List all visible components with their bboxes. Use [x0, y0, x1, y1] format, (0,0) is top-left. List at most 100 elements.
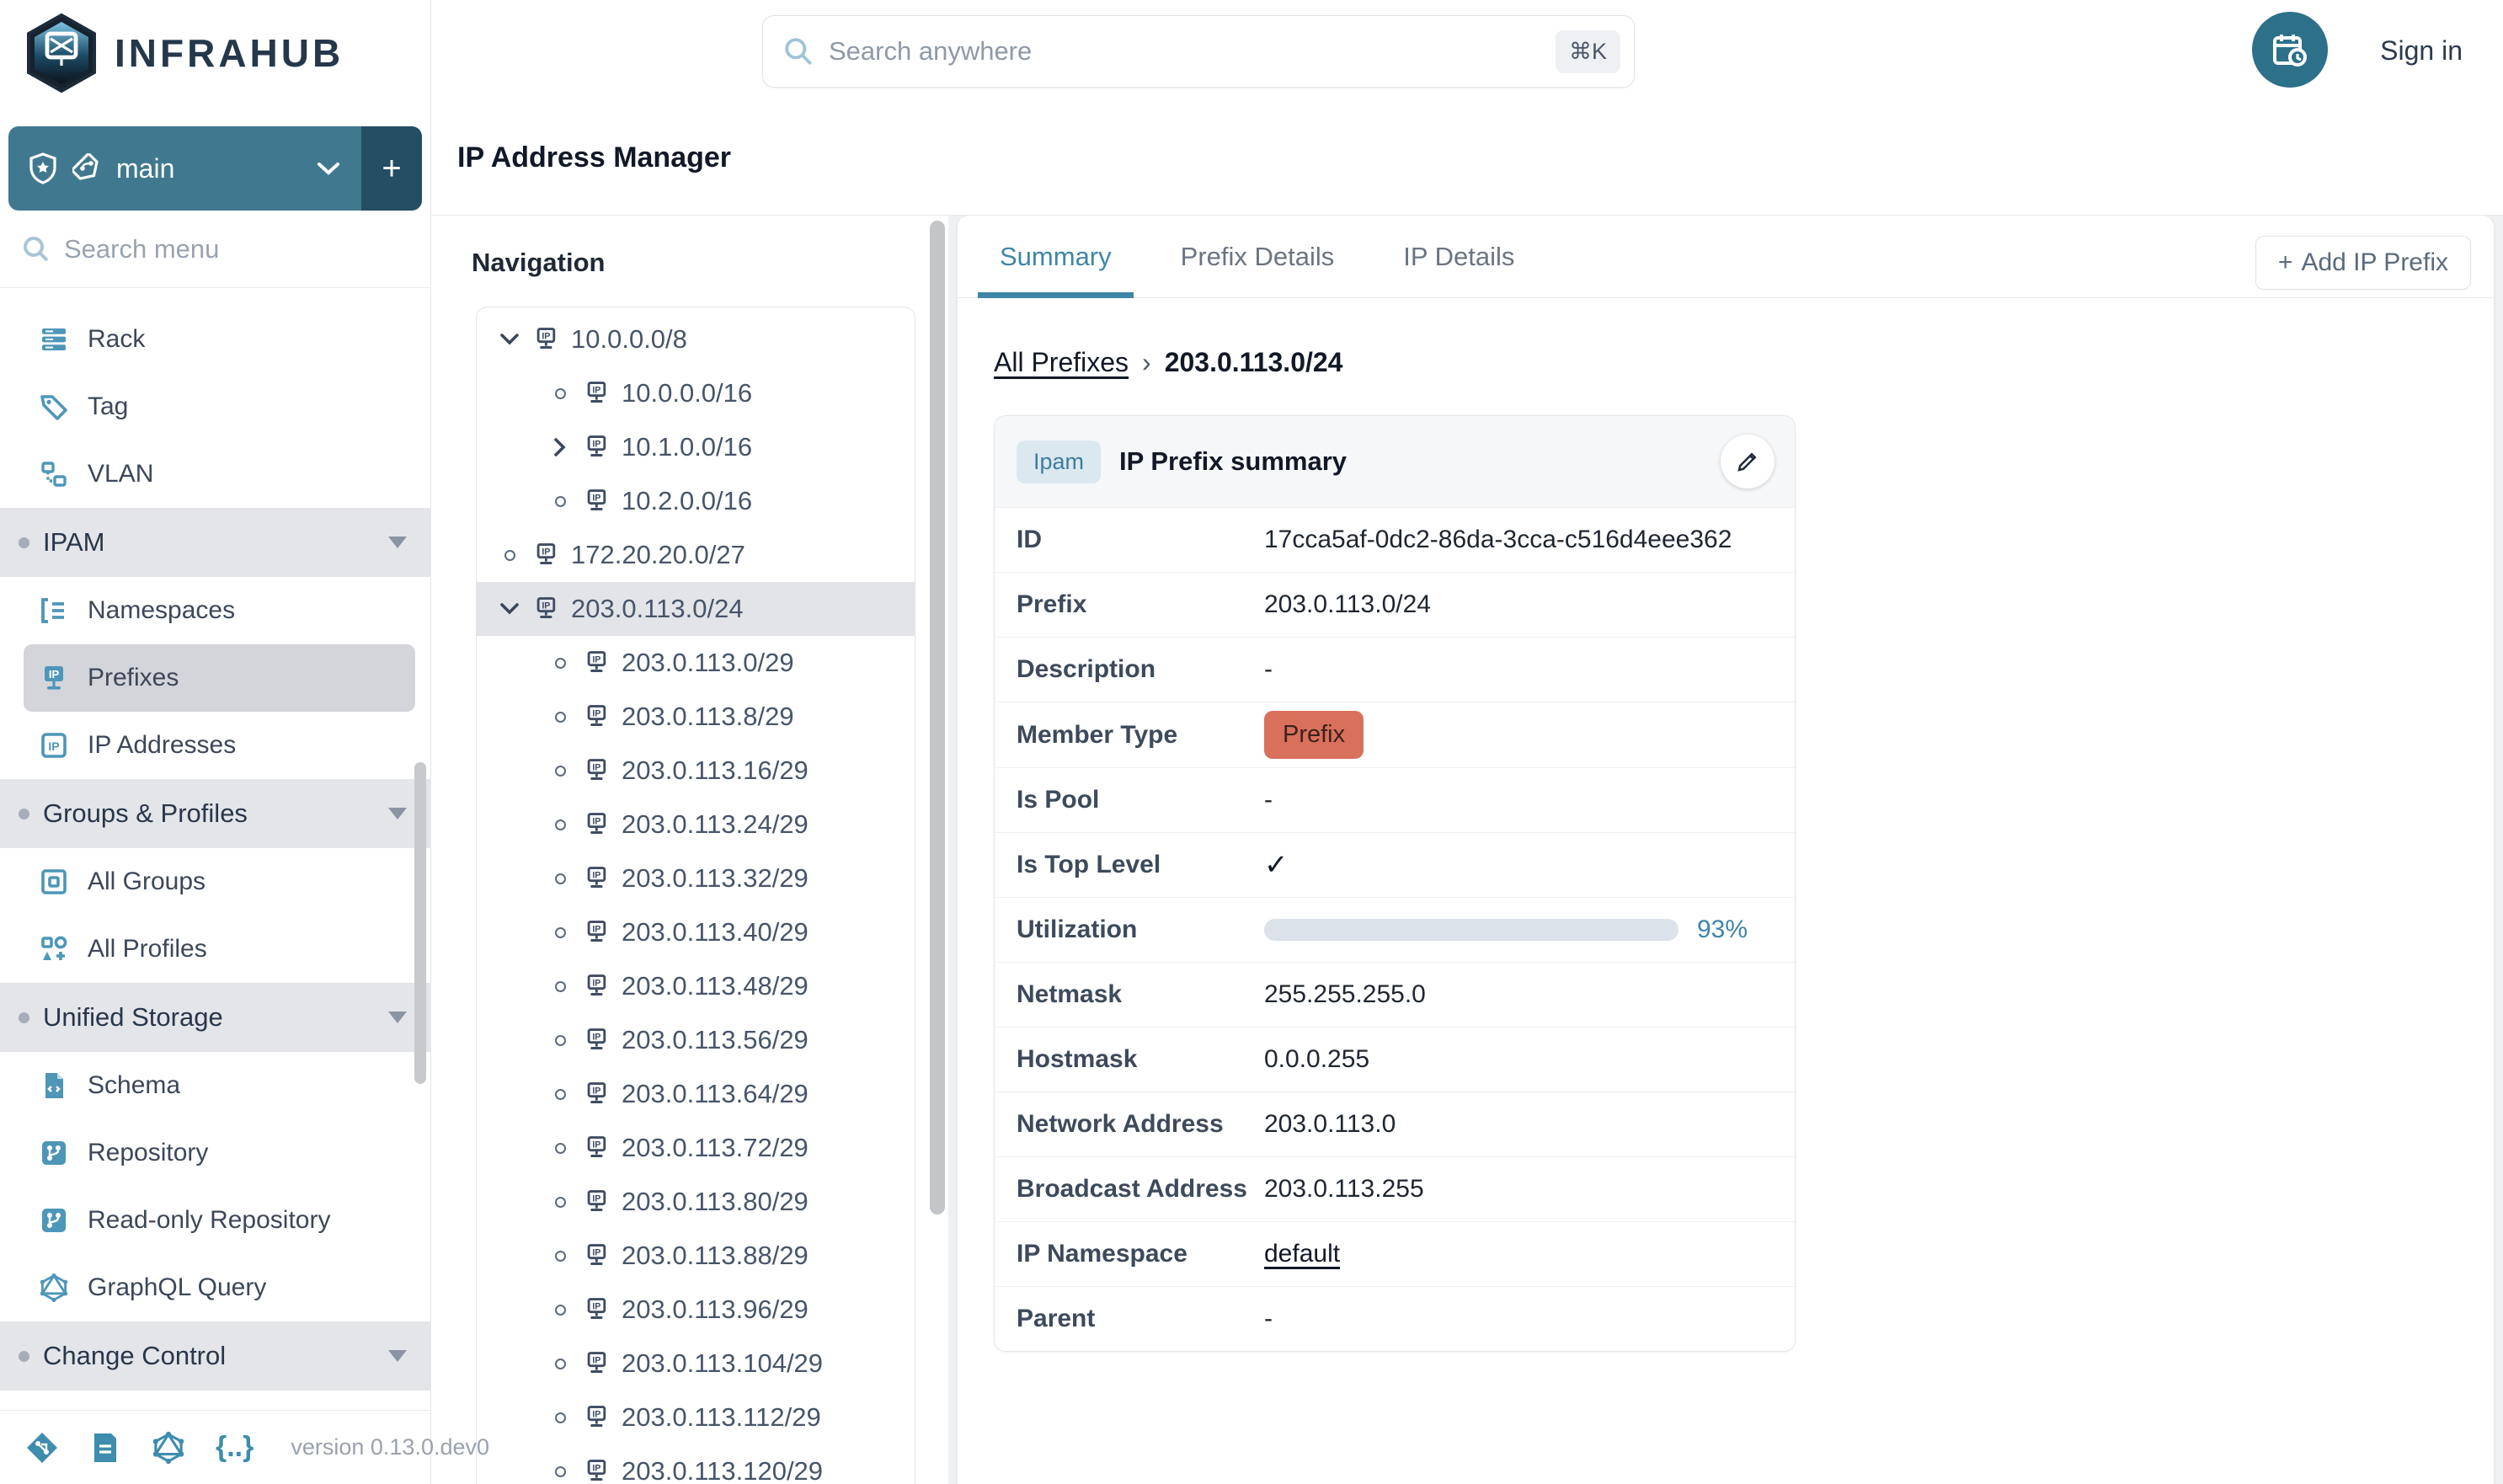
tree-item[interactable]: IP 203.0.113.72/29: [477, 1121, 915, 1175]
tree-item[interactable]: IP203.0.113.104/29: [477, 1337, 915, 1391]
tree-item[interactable]: IP203.0.113.24/29: [477, 798, 915, 851]
add-ip-prefix-button[interactable]: + Add IP Prefix: [2255, 236, 2471, 290]
sidebar-section-unified-storage[interactable]: Unified Storage: [0, 983, 430, 1052]
svg-text:IP: IP: [592, 924, 600, 934]
page-title: IP Address Manager: [457, 141, 731, 174]
breadcrumb-all-prefixes-link[interactable]: All Prefixes: [994, 347, 1129, 378]
tree-item[interactable]: IP 172.20.20.0/27: [477, 528, 915, 582]
tree-item[interactable]: IP203.0.113.40/29: [477, 905, 915, 959]
svg-text:IP: IP: [542, 331, 550, 341]
tree-item-label: 172.20.20.0/27: [571, 540, 745, 570]
tree-item[interactable]: IP203.0.113.112/29: [477, 1391, 915, 1444]
leaf-circle-icon: [547, 1359, 573, 1369]
leaf-circle-icon: [547, 873, 573, 884]
row-id: ID 17cca5af-0dc2-86da-3cca-c516d4eee362: [995, 507, 1795, 572]
time-travel-button[interactable]: [2252, 12, 2328, 88]
prefix-icon: IP: [583, 380, 610, 407]
sidebar-item-label: All Groups: [88, 867, 205, 896]
plus-icon: +: [2278, 248, 2293, 277]
sidebar-item-rack[interactable]: Rack: [0, 306, 430, 373]
sidebar-item-all-profiles[interactable]: All Profiles: [0, 915, 430, 983]
tree-item[interactable]: IP203.0.113.120/29: [477, 1444, 915, 1484]
tree-item[interactable]: IP203.0.113.96/29: [477, 1283, 915, 1337]
tree-item[interactable]: IP203.0.113.16/29: [477, 744, 915, 798]
prefix-tree: IP 10.0.0.0/8 IP 10.0.0.0/16 IP 10.1.0.0…: [476, 307, 915, 1484]
svg-text:IP: IP: [592, 1409, 600, 1419]
tree-item[interactable]: IP203.0.113.48/29: [477, 959, 915, 1013]
leaf-circle-icon: [547, 1143, 573, 1154]
tree-item[interactable]: IP 10.2.0.0/16: [477, 474, 915, 528]
repository-icon: [39, 1205, 69, 1236]
tree-item-label: 203.0.113.48/29: [622, 971, 809, 1001]
ip-address-icon: IP: [39, 730, 69, 761]
namespace-link[interactable]: default: [1264, 1240, 1340, 1268]
tree-item[interactable]: IP203.0.113.56/29: [477, 1013, 915, 1067]
edit-button[interactable]: [1721, 435, 1775, 488]
tab-prefix-details[interactable]: Prefix Details: [1159, 216, 1357, 297]
row-network-address: Network Address 203.0.113.0: [995, 1092, 1795, 1156]
global-search-input[interactable]: [829, 36, 1540, 67]
leaf-circle-icon: [547, 927, 573, 938]
sidebar-scrollbar[interactable]: [414, 762, 426, 1084]
sidebar-footer: {..} version 0.13.0.dev0: [0, 1410, 430, 1484]
sidebar-item-namespaces[interactable]: Namespaces: [0, 577, 430, 644]
tab-ip-details[interactable]: IP Details: [1381, 216, 1536, 297]
sidebar-section-change-control[interactable]: Change Control: [0, 1321, 430, 1391]
brand-logo[interactable]: INFRAHUB: [0, 0, 430, 93]
leaf-circle-icon: [547, 712, 573, 723]
tree-item[interactable]: IP 10.0.0.0/16: [477, 366, 915, 420]
tree-item[interactable]: IP203.0.113.64/29: [477, 1067, 915, 1121]
global-search[interactable]: ⌘K: [762, 15, 1635, 88]
sidebar-item-all-groups[interactable]: All Groups: [0, 848, 430, 915]
schema-icon: [39, 1070, 69, 1101]
docs-icon[interactable]: [89, 1431, 121, 1465]
prefix-icon: IP: [583, 919, 610, 946]
sidebar-section-groups-profiles[interactable]: Groups & Profiles: [0, 779, 430, 848]
sidebar-item-repository[interactable]: Repository: [0, 1119, 430, 1187]
prefix-icon: IP: [583, 1027, 610, 1054]
tree-item[interactable]: IP 10.1.0.0/16: [477, 420, 915, 474]
sidebar-search[interactable]: [0, 211, 430, 288]
tree-item-label: 10.0.0.0/16: [622, 378, 752, 408]
chevron-down-icon[interactable]: [497, 332, 522, 347]
search-icon: [783, 36, 814, 67]
git-icon[interactable]: [25, 1431, 59, 1465]
tree-item-label: 203.0.113.72/29: [622, 1133, 809, 1163]
graphql-icon[interactable]: [152, 1431, 185, 1465]
tree-item[interactable]: IP203.0.113.32/29: [477, 851, 915, 905]
add-branch-button[interactable]: +: [361, 126, 422, 211]
sidebar-search-input[interactable]: [64, 234, 384, 264]
tree-item[interactable]: IP203.0.113.8/29: [477, 690, 915, 744]
chevron-right-icon[interactable]: [547, 436, 573, 458]
sidebar-item-tag[interactable]: Tag: [0, 373, 430, 440]
leaf-circle-icon: [547, 1466, 573, 1477]
sidebar-item-graphql-query[interactable]: GraphQL Query: [0, 1254, 430, 1321]
chevron-down-icon[interactable]: [497, 601, 522, 617]
sidebar-item-label: Rack: [88, 325, 145, 354]
shield-star-icon: [29, 152, 57, 184]
check-icon: ✓: [1264, 848, 1289, 882]
tree-item[interactable]: IP 10.0.0.0/8: [477, 312, 915, 366]
leaf-circle-icon: [547, 1089, 573, 1100]
tree-item[interactable]: IP203.0.113.0/29: [477, 636, 915, 690]
sidebar-section-ipam[interactable]: IPAM: [0, 508, 430, 577]
branch-select-button[interactable]: main: [8, 126, 361, 211]
sidebar-item-ip-addresses[interactable]: IP IP Addresses: [0, 712, 430, 779]
leaf-circle-icon: [547, 1305, 573, 1316]
tree-scrollbar[interactable]: [930, 221, 945, 1214]
sidebar-item-readonly-repository[interactable]: Read-only Repository: [0, 1187, 430, 1254]
search-icon: [22, 235, 51, 264]
svg-text:IP: IP: [592, 439, 600, 449]
svg-text:IP: IP: [592, 1140, 600, 1150]
tab-summary[interactable]: Summary: [978, 216, 1134, 297]
svg-text:IP: IP: [592, 816, 600, 826]
tree-item[interactable]: IP203.0.113.80/29: [477, 1175, 915, 1229]
tree-item-label: 203.0.113.88/29: [622, 1241, 809, 1271]
sidebar-item-vlan[interactable]: VLAN: [0, 440, 430, 508]
sidebar-item-prefixes[interactable]: IP Prefixes: [24, 644, 415, 712]
tree-item-selected[interactable]: IP 203.0.113.0/24: [477, 582, 915, 636]
tree-item[interactable]: IP203.0.113.88/29: [477, 1229, 915, 1283]
sign-in-button[interactable]: Sign in: [2380, 0, 2463, 101]
sidebar-item-schema[interactable]: Schema: [0, 1052, 430, 1119]
swagger-braces-icon[interactable]: {..}: [216, 1431, 254, 1465]
